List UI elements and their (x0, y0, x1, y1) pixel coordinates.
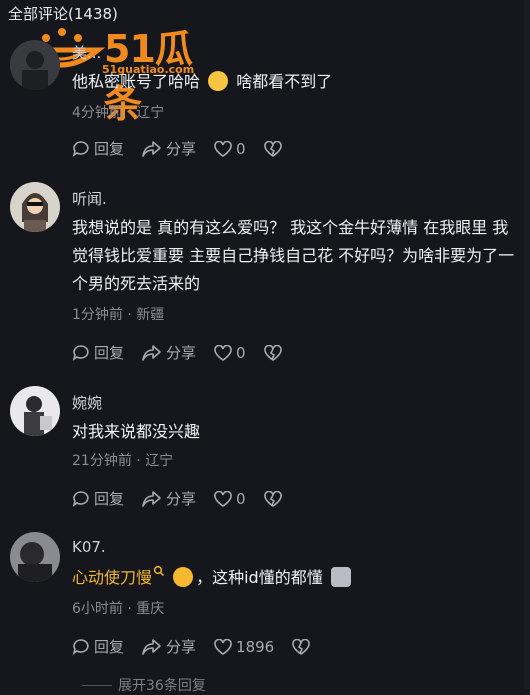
share-arrow-icon (142, 638, 161, 655)
comment-time: 4分钟前 (72, 105, 123, 121)
avatar[interactable] (10, 40, 60, 90)
like-count: 1896 (236, 637, 275, 656)
like-count: 0 (236, 139, 246, 158)
broken-heart-icon (292, 638, 311, 655)
broken-heart-icon (263, 490, 282, 507)
divider (82, 684, 112, 686)
reply-bubble-icon (72, 140, 89, 157)
search-icon[interactable] (153, 565, 165, 577)
comment-meta: 1分钟前 · 新疆 (72, 307, 165, 323)
share-button[interactable]: 分享 (142, 636, 196, 657)
like-count: 0 (236, 343, 246, 362)
comment-time: 1分钟前 (72, 307, 123, 323)
reply-bubble-icon (72, 490, 89, 507)
like-button[interactable]: 0 (214, 140, 246, 158)
commenter-name[interactable]: 听闻. (72, 188, 107, 209)
laughing-emoji-icon (173, 567, 194, 587)
share-arrow-icon (142, 490, 161, 507)
commenter-name[interactable]: K07. (72, 538, 106, 556)
comment-location: 新疆 (136, 307, 165, 323)
reply-button[interactable]: 回复 (72, 488, 124, 509)
share-button[interactable]: 分享 (142, 342, 196, 363)
dislike-button[interactable] (292, 638, 314, 655)
like-button[interactable]: 0 (214, 490, 246, 508)
avatar[interactable] (10, 532, 60, 582)
share-button[interactable]: 分享 (142, 488, 196, 509)
share-label: 分享 (166, 638, 197, 656)
heart-icon (214, 344, 232, 361)
like-count: 0 (236, 489, 246, 508)
comment-meta: 21分钟前 · 辽宁 (72, 453, 174, 469)
reply-bubble-icon (72, 344, 89, 361)
like-button[interactable]: 0 (214, 344, 246, 362)
reply-label: 回复 (94, 140, 125, 158)
cat-emoji-icon (330, 567, 351, 587)
comment-meta: 4分钟前 · 辽宁 (72, 105, 165, 121)
heart-icon (214, 638, 232, 655)
comment-text-part: 他私密账号了哈哈 (72, 72, 201, 91)
share-label: 分享 (166, 140, 197, 158)
comment-location: 辽宁 (136, 105, 165, 121)
avatar[interactable] (10, 182, 60, 232)
comment-text: 对我来说都没兴趣 (72, 422, 201, 441)
comment-actions: 回复 分享 0 (72, 138, 304, 159)
mention-link[interactable]: 心动使刀慢 (72, 568, 152, 587)
commenter-name[interactable]: 婉婉 (72, 392, 102, 413)
comment-meta: 6小时前 · 重庆 (72, 601, 165, 617)
dislike-button[interactable] (263, 490, 286, 507)
reply-bubble-icon (72, 638, 89, 655)
share-arrow-icon (142, 344, 161, 361)
share-arrow-icon (142, 140, 161, 157)
comment-text-part: ，这种id懂的都懂 (196, 568, 323, 587)
comment-text: 我想说的是 真的有这么爱吗？ 我这个金牛好薄情 在我眼里 我觉得钱比爱重要 主要… (72, 218, 515, 293)
scrollbar[interactable] (524, 0, 530, 689)
comment-time: 21分钟前 (72, 453, 132, 469)
comment-location: 辽宁 (145, 453, 174, 469)
reply-button[interactable]: 回复 (72, 138, 124, 159)
reply-label: 回复 (94, 344, 125, 362)
broken-heart-icon (263, 140, 282, 157)
broken-heart-icon (263, 344, 282, 361)
dislike-button[interactable] (263, 140, 286, 157)
comment-actions: 回复 分享 1896 (72, 636, 332, 657)
reply-button[interactable]: 回复 (72, 636, 124, 657)
comment-text: 心动使刀慢 ，这种id懂的都懂 (72, 564, 516, 592)
expand-replies-button[interactable]: 展开36条回复 (82, 675, 206, 695)
comment-text-part: 啥都看不到了 (236, 72, 333, 91)
commenter-name[interactable]: 美... (72, 42, 101, 63)
like-button[interactable]: 1896 (214, 638, 274, 656)
reply-label: 回复 (94, 490, 125, 508)
comment-location: 重庆 (136, 601, 165, 617)
share-label: 分享 (166, 490, 197, 508)
comment-text: 他私密账号了哈哈 啥都看不到了 (72, 68, 516, 96)
heart-icon (214, 490, 232, 507)
share-button[interactable]: 分享 (142, 138, 196, 159)
avatar[interactable] (10, 386, 60, 436)
dislike-button[interactable] (263, 344, 286, 361)
expand-replies-label: 展开36条回复 (118, 678, 206, 694)
comment-actions: 回复 分享 0 (72, 342, 304, 363)
comment-actions: 回复 分享 0 (72, 488, 304, 509)
comment-time: 6小时前 (72, 601, 123, 617)
reply-label: 回复 (94, 638, 125, 656)
heart-icon (214, 140, 232, 157)
reply-button[interactable]: 回复 (72, 342, 124, 363)
grinning-emoji-icon (208, 71, 229, 91)
share-label: 分享 (166, 344, 197, 362)
